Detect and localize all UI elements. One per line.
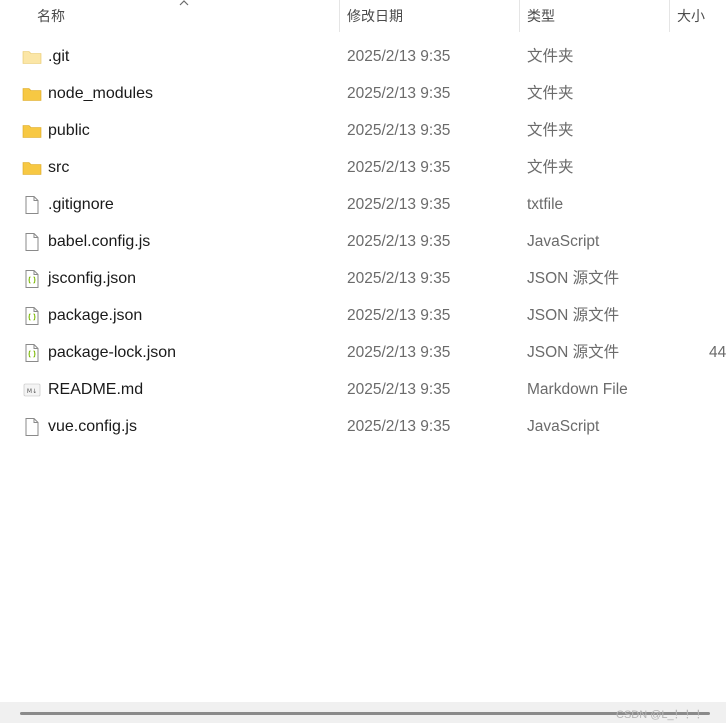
- file-date: 2025/2/13 9:35: [347, 270, 451, 287]
- file-date: 2025/2/13 9:35: [347, 307, 451, 324]
- file-name: .gitignore: [48, 196, 114, 213]
- file-type: JavaScript: [527, 418, 600, 435]
- svg-text:M↓: M↓: [27, 388, 37, 395]
- file-icon: [22, 232, 42, 252]
- json-file-icon: [22, 306, 42, 326]
- file-row[interactable]: .git 2025/2/13 9:35 文件夹: [0, 38, 726, 75]
- file-date: 2025/2/13 9:35: [347, 48, 451, 65]
- column-header-type[interactable]: 类型: [527, 0, 555, 32]
- file-row[interactable]: jsconfig.json 2025/2/13 9:35 JSON 源文件: [0, 260, 726, 297]
- file-row[interactable]: src 2025/2/13 9:35 文件夹: [0, 149, 726, 186]
- file-date: 2025/2/13 9:35: [347, 122, 451, 139]
- file-date: 2025/2/13 9:35: [347, 381, 451, 398]
- file-row[interactable]: public 2025/2/13 9:35 文件夹: [0, 112, 726, 149]
- column-divider[interactable]: [339, 0, 340, 32]
- file-type: 文件夹: [527, 48, 574, 65]
- file-date: 2025/2/13 9:35: [347, 159, 451, 176]
- file-row[interactable]: .gitignore 2025/2/13 9:35 txtfile: [0, 186, 726, 223]
- file-name: node_modules: [48, 85, 153, 102]
- file-type: JSON 源文件: [527, 307, 620, 324]
- file-row[interactable]: babel.config.js 2025/2/13 9:35 JavaScrip…: [0, 223, 726, 260]
- json-file-icon: [22, 269, 42, 289]
- folder-icon: [22, 121, 42, 141]
- markdown-file-icon: M↓: [22, 380, 42, 400]
- watermark: CSDN @L_！！！: [616, 709, 707, 721]
- file-date: 2025/2/13 9:35: [347, 85, 451, 102]
- file-row[interactable]: node_modules 2025/2/13 9:35 文件夹: [0, 75, 726, 112]
- sort-ascending-icon: [179, 0, 189, 6]
- file-type: JavaScript: [527, 233, 600, 250]
- column-header-bar: 名称 修改日期 类型 大小: [0, 0, 726, 32]
- horizontal-scrollbar[interactable]: CSDN @L_！！！: [0, 702, 726, 723]
- file-row[interactable]: package-lock.json 2025/2/13 9:35 JSON 源文…: [0, 334, 726, 371]
- file-name: jsconfig.json: [48, 270, 137, 287]
- json-file-icon: [22, 343, 42, 363]
- file-type: txtfile: [527, 196, 564, 213]
- file-type: 文件夹: [527, 159, 574, 176]
- column-divider[interactable]: [669, 0, 670, 32]
- file-name: vue.config.js: [48, 418, 137, 435]
- file-name: .git: [48, 48, 70, 65]
- column-divider[interactable]: [519, 0, 520, 32]
- folder-icon: [22, 47, 42, 67]
- column-header-size[interactable]: 大小: [677, 0, 705, 32]
- folder-icon: [22, 158, 42, 178]
- file-name: babel.config.js: [48, 233, 151, 250]
- file-size: 44: [709, 344, 726, 361]
- file-date: 2025/2/13 9:35: [347, 344, 451, 361]
- file-icon: [22, 417, 42, 437]
- file-date: 2025/2/13 9:35: [347, 233, 451, 250]
- file-row[interactable]: package.json 2025/2/13 9:35 JSON 源文件: [0, 297, 726, 334]
- file-row[interactable]: M↓ README.md 2025/2/13 9:35 Markdown Fil…: [0, 371, 726, 408]
- scrollbar-thumb[interactable]: [20, 712, 710, 715]
- file-name: public: [48, 122, 90, 139]
- folder-icon: [22, 84, 42, 104]
- file-name: README.md: [48, 381, 144, 398]
- file-type: Markdown File: [527, 381, 628, 398]
- file-date: 2025/2/13 9:35: [347, 418, 451, 435]
- column-header-date[interactable]: 修改日期: [347, 0, 403, 32]
- file-name: package.json: [48, 307, 143, 324]
- column-header-name[interactable]: 名称: [37, 0, 65, 32]
- file-name: src: [48, 159, 70, 176]
- file-type: 文件夹: [527, 122, 574, 139]
- file-icon: [22, 195, 42, 215]
- file-name: package-lock.json: [48, 344, 177, 361]
- file-date: 2025/2/13 9:35: [347, 196, 451, 213]
- file-type: JSON 源文件: [527, 270, 620, 287]
- file-type: 文件夹: [527, 85, 574, 102]
- file-row[interactable]: vue.config.js 2025/2/13 9:35 JavaScript: [0, 408, 726, 445]
- file-type: JSON 源文件: [527, 344, 620, 361]
